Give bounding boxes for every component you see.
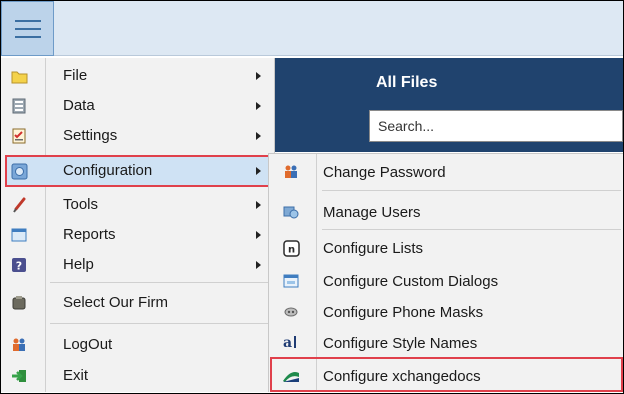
- submenu-label: Configure Phone Masks: [323, 304, 484, 321]
- phone-mask-icon: [282, 303, 300, 321]
- menu-separator: [50, 323, 272, 324]
- menu-item-data[interactable]: Data: [0, 91, 274, 121]
- menu-label: Settings: [63, 127, 118, 144]
- menu-item-settings[interactable]: Settings: [0, 121, 274, 151]
- submenu-item-configure-lists[interactable]: n Configure Lists: [268, 232, 623, 264]
- search-input[interactable]: [370, 111, 622, 141]
- menu-label: Tools: [63, 196, 99, 213]
- menu-label: Reports: [63, 226, 116, 243]
- submenu-item-configure-xchangedocs[interactable]: Configure xchangedocs: [268, 359, 623, 391]
- submenu-arrow-icon: [256, 72, 261, 80]
- hamburger-line: [15, 36, 41, 38]
- dialog-icon: [282, 272, 300, 290]
- submenu-arrow-icon: [256, 231, 261, 239]
- submenu-arrow-icon: [256, 201, 261, 209]
- submenu-item-change-password[interactable]: Change Password: [268, 156, 623, 188]
- submenu-label: Configure Lists: [323, 240, 424, 257]
- submenu-arrow-icon: [256, 132, 261, 140]
- svg-text:a: a: [283, 335, 292, 351]
- folder-icon: [10, 67, 28, 85]
- search-box[interactable]: [369, 110, 623, 142]
- style-names-icon: a: [282, 333, 300, 351]
- exit-icon: [10, 367, 28, 385]
- hamburger-menu-button[interactable]: [1, 1, 54, 56]
- svg-text:n: n: [287, 244, 294, 255]
- list-icon: n: [282, 239, 300, 257]
- hamburger-line: [15, 28, 41, 30]
- svg-text:?: ?: [16, 260, 22, 273]
- menu-item-configuration[interactable]: Configuration: [0, 156, 274, 186]
- submenu-separator: [322, 190, 621, 191]
- submenu-label: Change Password: [323, 164, 446, 181]
- brush-icon: [10, 196, 28, 214]
- submenu-arrow-icon: [256, 261, 261, 269]
- menu-item-reports[interactable]: Reports: [0, 220, 274, 250]
- xchangedocs-icon: [282, 367, 300, 385]
- configuration-icon: [10, 162, 28, 180]
- submenu-label: Configure xchangedocs: [323, 368, 481, 385]
- panel-title: All Files: [376, 74, 438, 91]
- menu-item-exit[interactable]: Exit: [0, 361, 274, 391]
- submenu-arrow-icon: [256, 102, 261, 110]
- menu-label: Select Our Firm: [63, 294, 169, 311]
- logout-icon: [10, 336, 28, 354]
- submenu-label: Configure Style Names: [323, 335, 478, 352]
- submenu-separator: [322, 229, 621, 230]
- submenu-label: Configure Custom Dialogs: [323, 273, 499, 290]
- manage-users-icon: [282, 203, 300, 221]
- menu-label: Exit: [63, 367, 89, 384]
- submenu-arrow-icon: [256, 167, 261, 175]
- hamburger-line: [15, 20, 41, 22]
- users-key-icon: [282, 163, 300, 181]
- menu-item-help[interactable]: ? Help: [0, 250, 274, 280]
- submenu-item-configure-phone-masks[interactable]: Configure Phone Masks: [268, 295, 623, 327]
- menu-label: Data: [63, 97, 95, 114]
- menu-separator: [50, 282, 272, 283]
- menu-label: Help: [63, 256, 94, 273]
- menu-item-select-our-firm[interactable]: Select Our Firm: [0, 288, 274, 318]
- database-icon: [10, 97, 28, 115]
- menu-label: Configuration: [63, 162, 153, 179]
- submenu-item-configure-style-names[interactable]: a Configure Style Names: [268, 326, 623, 358]
- help-icon: ?: [10, 256, 28, 274]
- menu-item-logout[interactable]: LogOut: [0, 330, 274, 360]
- submenu-item-configure-custom-dialogs[interactable]: Configure Custom Dialogs: [268, 264, 623, 296]
- title-bar: [1, 1, 623, 56]
- report-icon: [10, 226, 28, 244]
- firm-icon: [10, 294, 28, 312]
- submenu-label: Manage Users: [323, 204, 421, 221]
- checklist-icon: [10, 127, 28, 145]
- submenu-item-manage-users[interactable]: Manage Users: [268, 196, 623, 228]
- menu-label: LogOut: [63, 336, 113, 353]
- menu-item-tools[interactable]: Tools: [0, 190, 274, 220]
- menu-label: File: [63, 67, 88, 84]
- menu-item-file[interactable]: File: [0, 61, 274, 91]
